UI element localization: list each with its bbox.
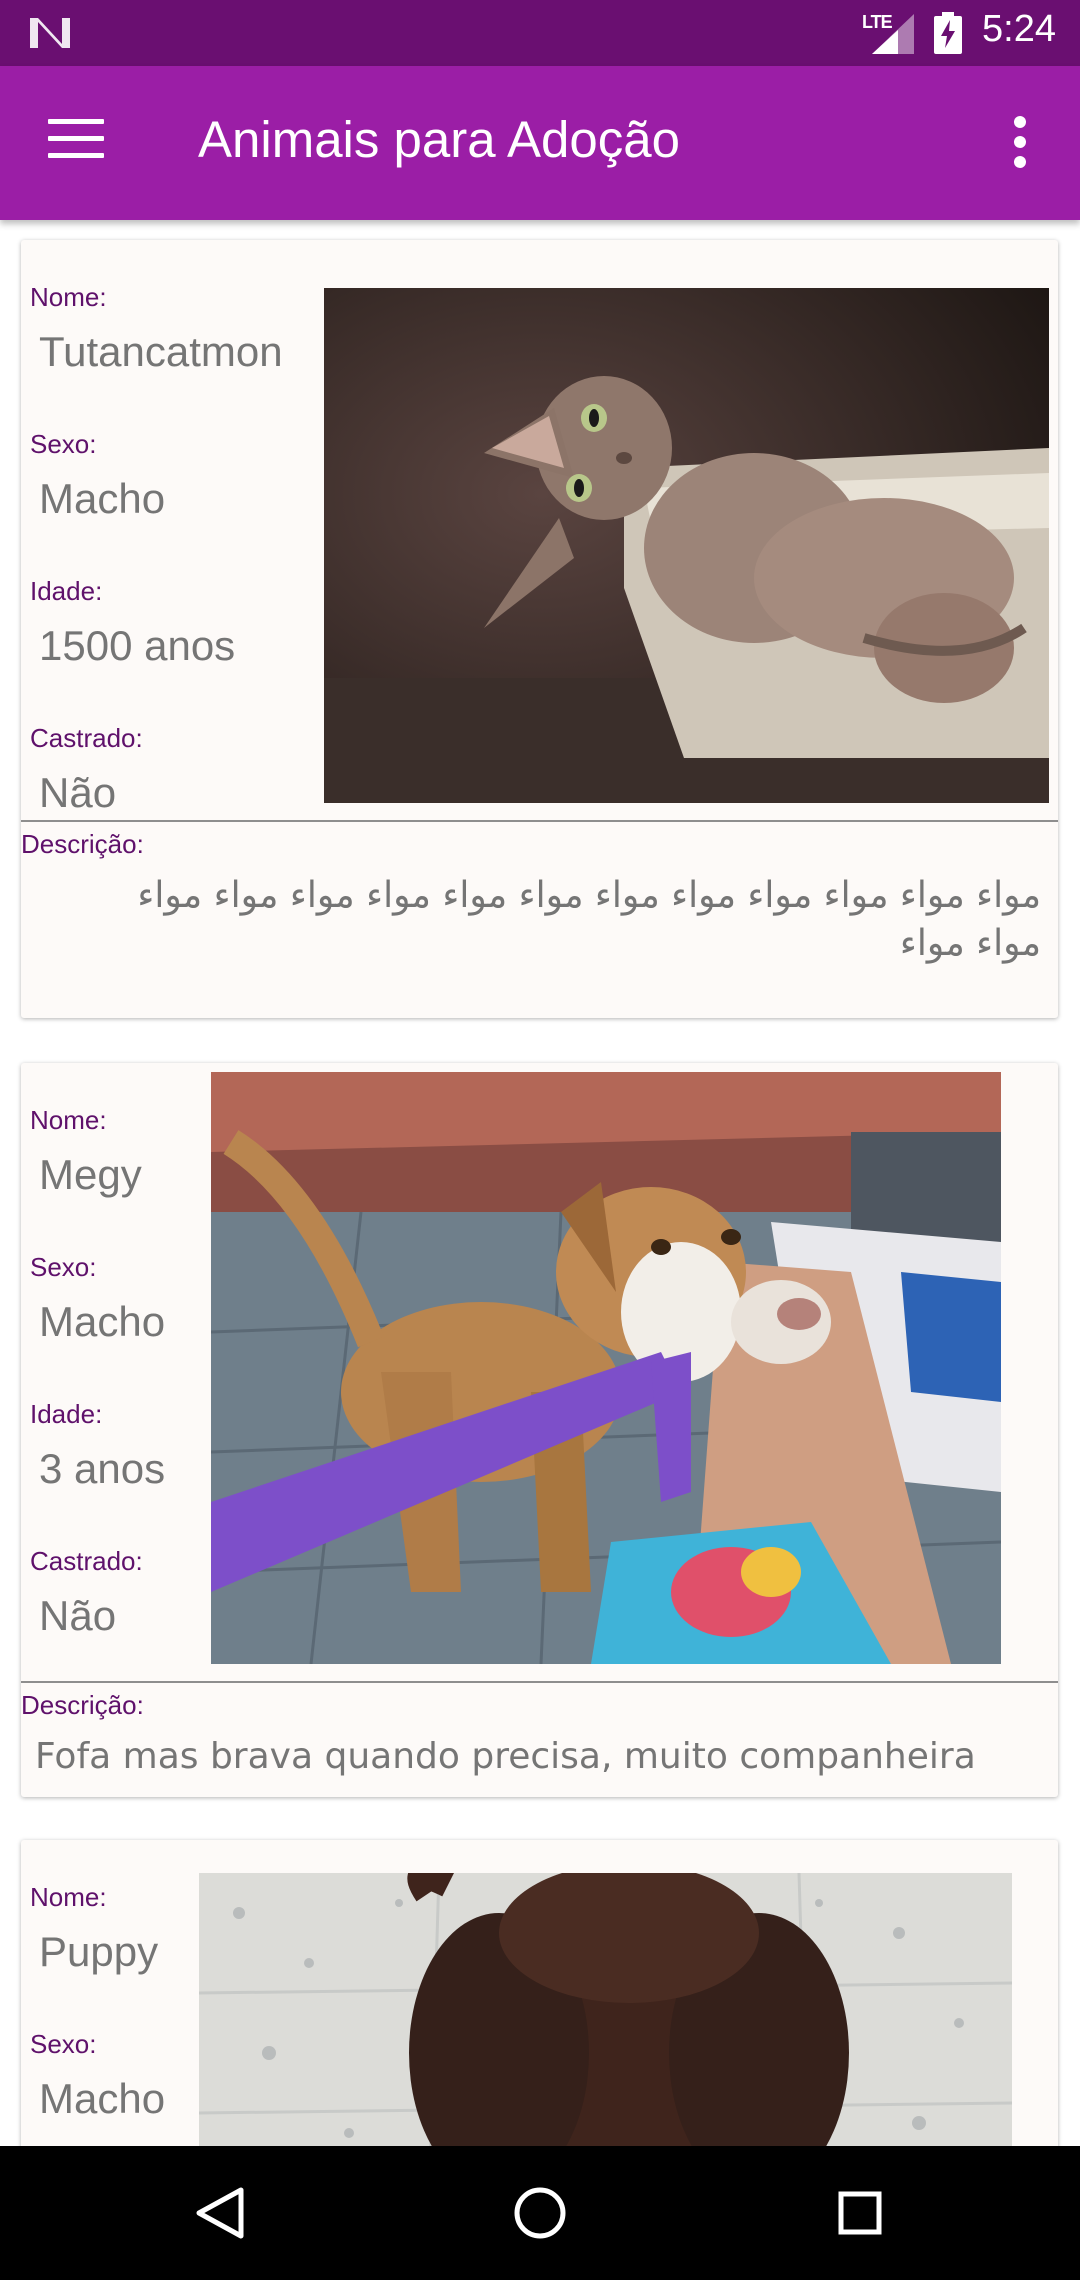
notification-n-icon: [30, 18, 70, 48]
animal-neutered: Não: [39, 769, 117, 816]
animal-list[interactable]: Nome: Tutancatmon Sexo: Macho Idade: 150…: [0, 220, 1080, 2146]
neutered-label: Castrado:: [30, 1546, 143, 1576]
animal-age: 3 anos: [39, 1445, 166, 1492]
age-label: Idade:: [30, 1399, 103, 1429]
animal-description: Fofa mas brava quando precisa, muito com…: [35, 1736, 976, 1777]
dog-with-purple-hose-photo[interactable]: [211, 1072, 1001, 1664]
hamburger-menu-icon[interactable]: [48, 119, 104, 163]
recents-icon[interactable]: [785, 2146, 935, 2280]
app-bar: Animais para Adoção: [0, 66, 1080, 220]
animal-card[interactable]: Nome: Puppy Sexo: Macho: [21, 1840, 1058, 2146]
sex-label: Sexo:: [30, 429, 97, 459]
animal-name: Megy: [39, 1151, 142, 1198]
animal-neutered: Não: [39, 1592, 117, 1639]
battery-charging-icon: [934, 12, 962, 54]
brown-puppy-photo[interactable]: [199, 1873, 1012, 2146]
clock: 5:24: [982, 8, 1056, 50]
sphynx-cat-photo[interactable]: [324, 288, 1049, 803]
status-bar: LTE 5:24: [0, 0, 1080, 66]
sex-label: Sexo:: [30, 2029, 97, 2059]
animal-sex: Macho: [39, 2075, 166, 2122]
navigation-bar: [0, 2146, 1080, 2280]
sphynx-cat-image: [324, 288, 1049, 803]
name-label: Nome:: [30, 282, 107, 312]
animal-card[interactable]: Nome: Tutancatmon Sexo: Macho Idade: 150…: [21, 240, 1058, 1018]
age-label: Idade:: [30, 576, 103, 606]
back-icon[interactable]: [145, 2146, 295, 2280]
signal-icon: [872, 14, 914, 54]
animal-age: 1500 anos: [39, 622, 236, 669]
name-label: Nome:: [30, 1105, 107, 1135]
more-vert-icon[interactable]: [1004, 116, 1036, 172]
sex-label: Sexo:: [30, 1252, 97, 1282]
animal-sex: Macho: [39, 1298, 166, 1345]
card-divider: [21, 820, 1058, 822]
dog-image: [211, 1072, 1001, 1664]
name-label: Nome:: [30, 1882, 107, 1912]
animal-card[interactable]: Nome: Megy Sexo: Macho Idade: 3 anos Cas…: [21, 1063, 1058, 1797]
description-label: Descrição:: [21, 829, 144, 859]
animal-description: مواء مواء مواء مواء مواء مواء مواء مواء …: [137, 875, 1041, 964]
description-label: Descrição:: [21, 1690, 144, 1720]
neutered-label: Castrado:: [30, 723, 143, 753]
card-divider: [21, 1681, 1058, 1683]
puppy-image: [199, 1873, 1012, 2146]
animal-name: Puppy: [39, 1928, 159, 1975]
home-icon[interactable]: [465, 2146, 615, 2280]
animal-sex: Macho: [39, 475, 166, 522]
animal-name: Tutancatmon: [39, 328, 283, 375]
page-title: Animais para Adoção: [198, 111, 680, 168]
screen: LTE 5:24 Animais para Adoção Nome: Tutan…: [0, 0, 1080, 2280]
